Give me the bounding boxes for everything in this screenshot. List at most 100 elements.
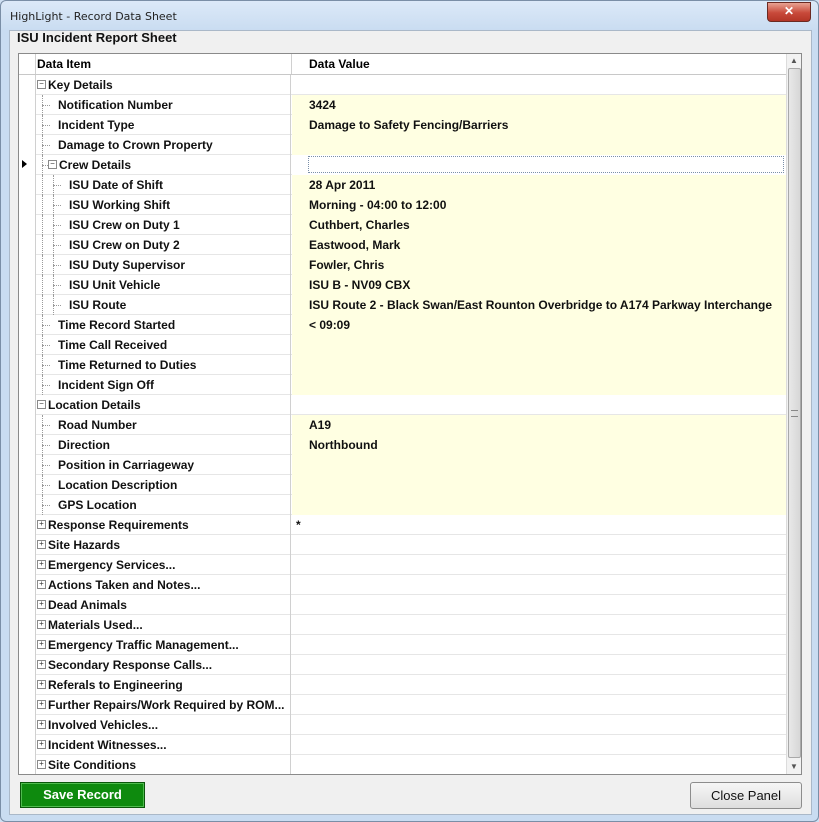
row-selector[interactable] — [19, 275, 36, 295]
data-value-cell[interactable] — [292, 655, 786, 675]
data-item-cell[interactable]: + Response Requirements — [36, 515, 291, 535]
window-close-button[interactable]: ✕ — [767, 2, 811, 22]
group-row[interactable]: + Site Conditions — [19, 755, 786, 774]
group-row[interactable]: + Further Repairs/Work Required by ROM... — [19, 695, 786, 715]
row-selector[interactable] — [19, 255, 36, 275]
row-selector[interactable] — [19, 435, 36, 455]
group-row[interactable]: − Key Details — [19, 75, 786, 95]
data-item-cell[interactable]: Direction — [36, 435, 291, 455]
group-row[interactable]: + Incident Witnesses... — [19, 735, 786, 755]
field-row[interactable]: ISU Route ISU Route 2 - Black Swan/East R… — [19, 295, 786, 315]
row-selector[interactable] — [19, 695, 36, 715]
group-row[interactable]: + Site Hazards — [19, 535, 786, 555]
data-item-cell[interactable]: Time Returned to Duties — [36, 355, 291, 375]
scroll-down-icon[interactable]: ▼ — [787, 760, 801, 774]
expand-icon[interactable]: + — [37, 700, 46, 709]
collapse-icon[interactable]: − — [37, 80, 46, 89]
expand-icon[interactable]: + — [37, 640, 46, 649]
row-selector[interactable] — [19, 215, 36, 235]
row-selector[interactable] — [19, 155, 36, 175]
data-item-cell[interactable]: ISU Duty Supervisor — [36, 255, 291, 275]
row-selector[interactable] — [19, 295, 36, 315]
data-item-cell[interactable]: ISU Unit Vehicle — [36, 275, 291, 295]
data-value-cell[interactable]: Northbound — [292, 435, 786, 455]
data-value-cell[interactable]: Eastwood, Mark — [292, 235, 786, 255]
row-selector[interactable] — [19, 235, 36, 255]
data-value-cell[interactable] — [292, 555, 786, 575]
field-row[interactable]: ISU Crew on Duty 2 Eastwood, Mark — [19, 235, 786, 255]
group-row[interactable]: + Materials Used... — [19, 615, 786, 635]
data-value-cell[interactable] — [292, 535, 786, 555]
data-value-cell[interactable] — [292, 355, 786, 375]
data-value-cell[interactable] — [292, 635, 786, 655]
field-row[interactable]: Position in Carriageway — [19, 455, 786, 475]
data-item-cell[interactable]: + Referals to Engineering — [36, 675, 291, 695]
close-panel-button[interactable]: Close Panel — [690, 782, 802, 809]
field-row[interactable]: Time Call Received — [19, 335, 786, 355]
row-selector[interactable] — [19, 355, 36, 375]
expand-icon[interactable]: + — [37, 580, 46, 589]
data-value-cell[interactable]: < 09:09 — [292, 315, 786, 335]
data-value-cell[interactable]: 28 Apr 2011 — [292, 175, 786, 195]
data-value-cell[interactable]: * — [292, 515, 786, 535]
data-value-cell[interactable] — [292, 715, 786, 735]
data-value-cell[interactable] — [292, 135, 786, 155]
data-value-cell[interactable] — [292, 615, 786, 635]
data-item-cell[interactable]: GPS Location — [36, 495, 291, 515]
data-value-cell[interactable] — [292, 475, 786, 495]
field-row[interactable]: ISU Unit Vehicle ISU B - NV09 CBX — [19, 275, 786, 295]
expand-icon[interactable]: + — [37, 720, 46, 729]
data-value-cell[interactable]: Fowler, Chris — [292, 255, 786, 275]
group-row[interactable]: + Involved Vehicles... — [19, 715, 786, 735]
field-row[interactable]: Location Description — [19, 475, 786, 495]
data-item-cell[interactable]: + Involved Vehicles... — [36, 715, 291, 735]
scroll-thumb[interactable] — [788, 68, 801, 758]
field-row[interactable]: ISU Crew on Duty 1 Cuthbert, Charles — [19, 215, 786, 235]
data-item-cell[interactable]: + Incident Witnesses... — [36, 735, 291, 755]
expand-icon[interactable]: + — [37, 560, 46, 569]
field-row[interactable]: Direction Northbound — [19, 435, 786, 455]
row-selector[interactable] — [19, 395, 36, 415]
group-row[interactable]: − Location Details — [19, 395, 786, 415]
expand-icon[interactable]: + — [37, 740, 46, 749]
row-selector[interactable] — [19, 755, 36, 774]
data-item-cell[interactable]: − Key Details — [36, 75, 291, 95]
data-value-cell[interactable] — [292, 395, 786, 415]
group-row[interactable]: + Secondary Response Calls... — [19, 655, 786, 675]
row-selector[interactable] — [19, 555, 36, 575]
data-item-cell[interactable]: Damage to Crown Property — [36, 135, 291, 155]
data-item-cell[interactable]: Incident Sign Off — [36, 375, 291, 395]
expand-icon[interactable]: + — [37, 760, 46, 769]
data-item-cell[interactable]: + Site Conditions — [36, 755, 291, 774]
data-item-cell[interactable]: + Secondary Response Calls... — [36, 655, 291, 675]
row-selector[interactable] — [19, 475, 36, 495]
data-item-cell[interactable]: + Emergency Services... — [36, 555, 291, 575]
data-value-cell[interactable] — [292, 75, 786, 95]
data-value-cell[interactable] — [292, 755, 786, 774]
data-item-cell[interactable]: + Actions Taken and Notes... — [36, 575, 291, 595]
row-selector[interactable] — [19, 675, 36, 695]
data-item-cell[interactable]: ISU Date of Shift — [36, 175, 291, 195]
collapse-icon[interactable]: − — [37, 400, 46, 409]
data-value-cell[interactable] — [292, 695, 786, 715]
data-item-cell[interactable]: ISU Crew on Duty 1 — [36, 215, 291, 235]
row-selector[interactable] — [19, 75, 36, 95]
row-selector[interactable] — [19, 715, 36, 735]
group-row[interactable]: + Emergency Services... — [19, 555, 786, 575]
data-value-cell[interactable] — [292, 495, 786, 515]
value-edit-box[interactable] — [308, 156, 784, 173]
expand-icon[interactable]: + — [37, 620, 46, 629]
data-value-cell[interactable] — [292, 375, 786, 395]
data-item-cell[interactable]: ISU Route — [36, 295, 291, 315]
data-value-cell[interactable] — [292, 335, 786, 355]
row-selector[interactable] — [19, 735, 36, 755]
save-record-button[interactable]: Save Record — [20, 782, 145, 808]
scroll-up-icon[interactable]: ▲ — [787, 54, 801, 68]
group-row[interactable]: + Emergency Traffic Management... — [19, 635, 786, 655]
expand-icon[interactable]: + — [37, 660, 46, 669]
row-selector[interactable] — [19, 315, 36, 335]
row-selector[interactable] — [19, 375, 36, 395]
vertical-scrollbar[interactable]: ▲ ▼ — [786, 54, 801, 774]
data-item-cell[interactable]: + Materials Used... — [36, 615, 291, 635]
data-item-cell[interactable]: ISU Crew on Duty 2 — [36, 235, 291, 255]
